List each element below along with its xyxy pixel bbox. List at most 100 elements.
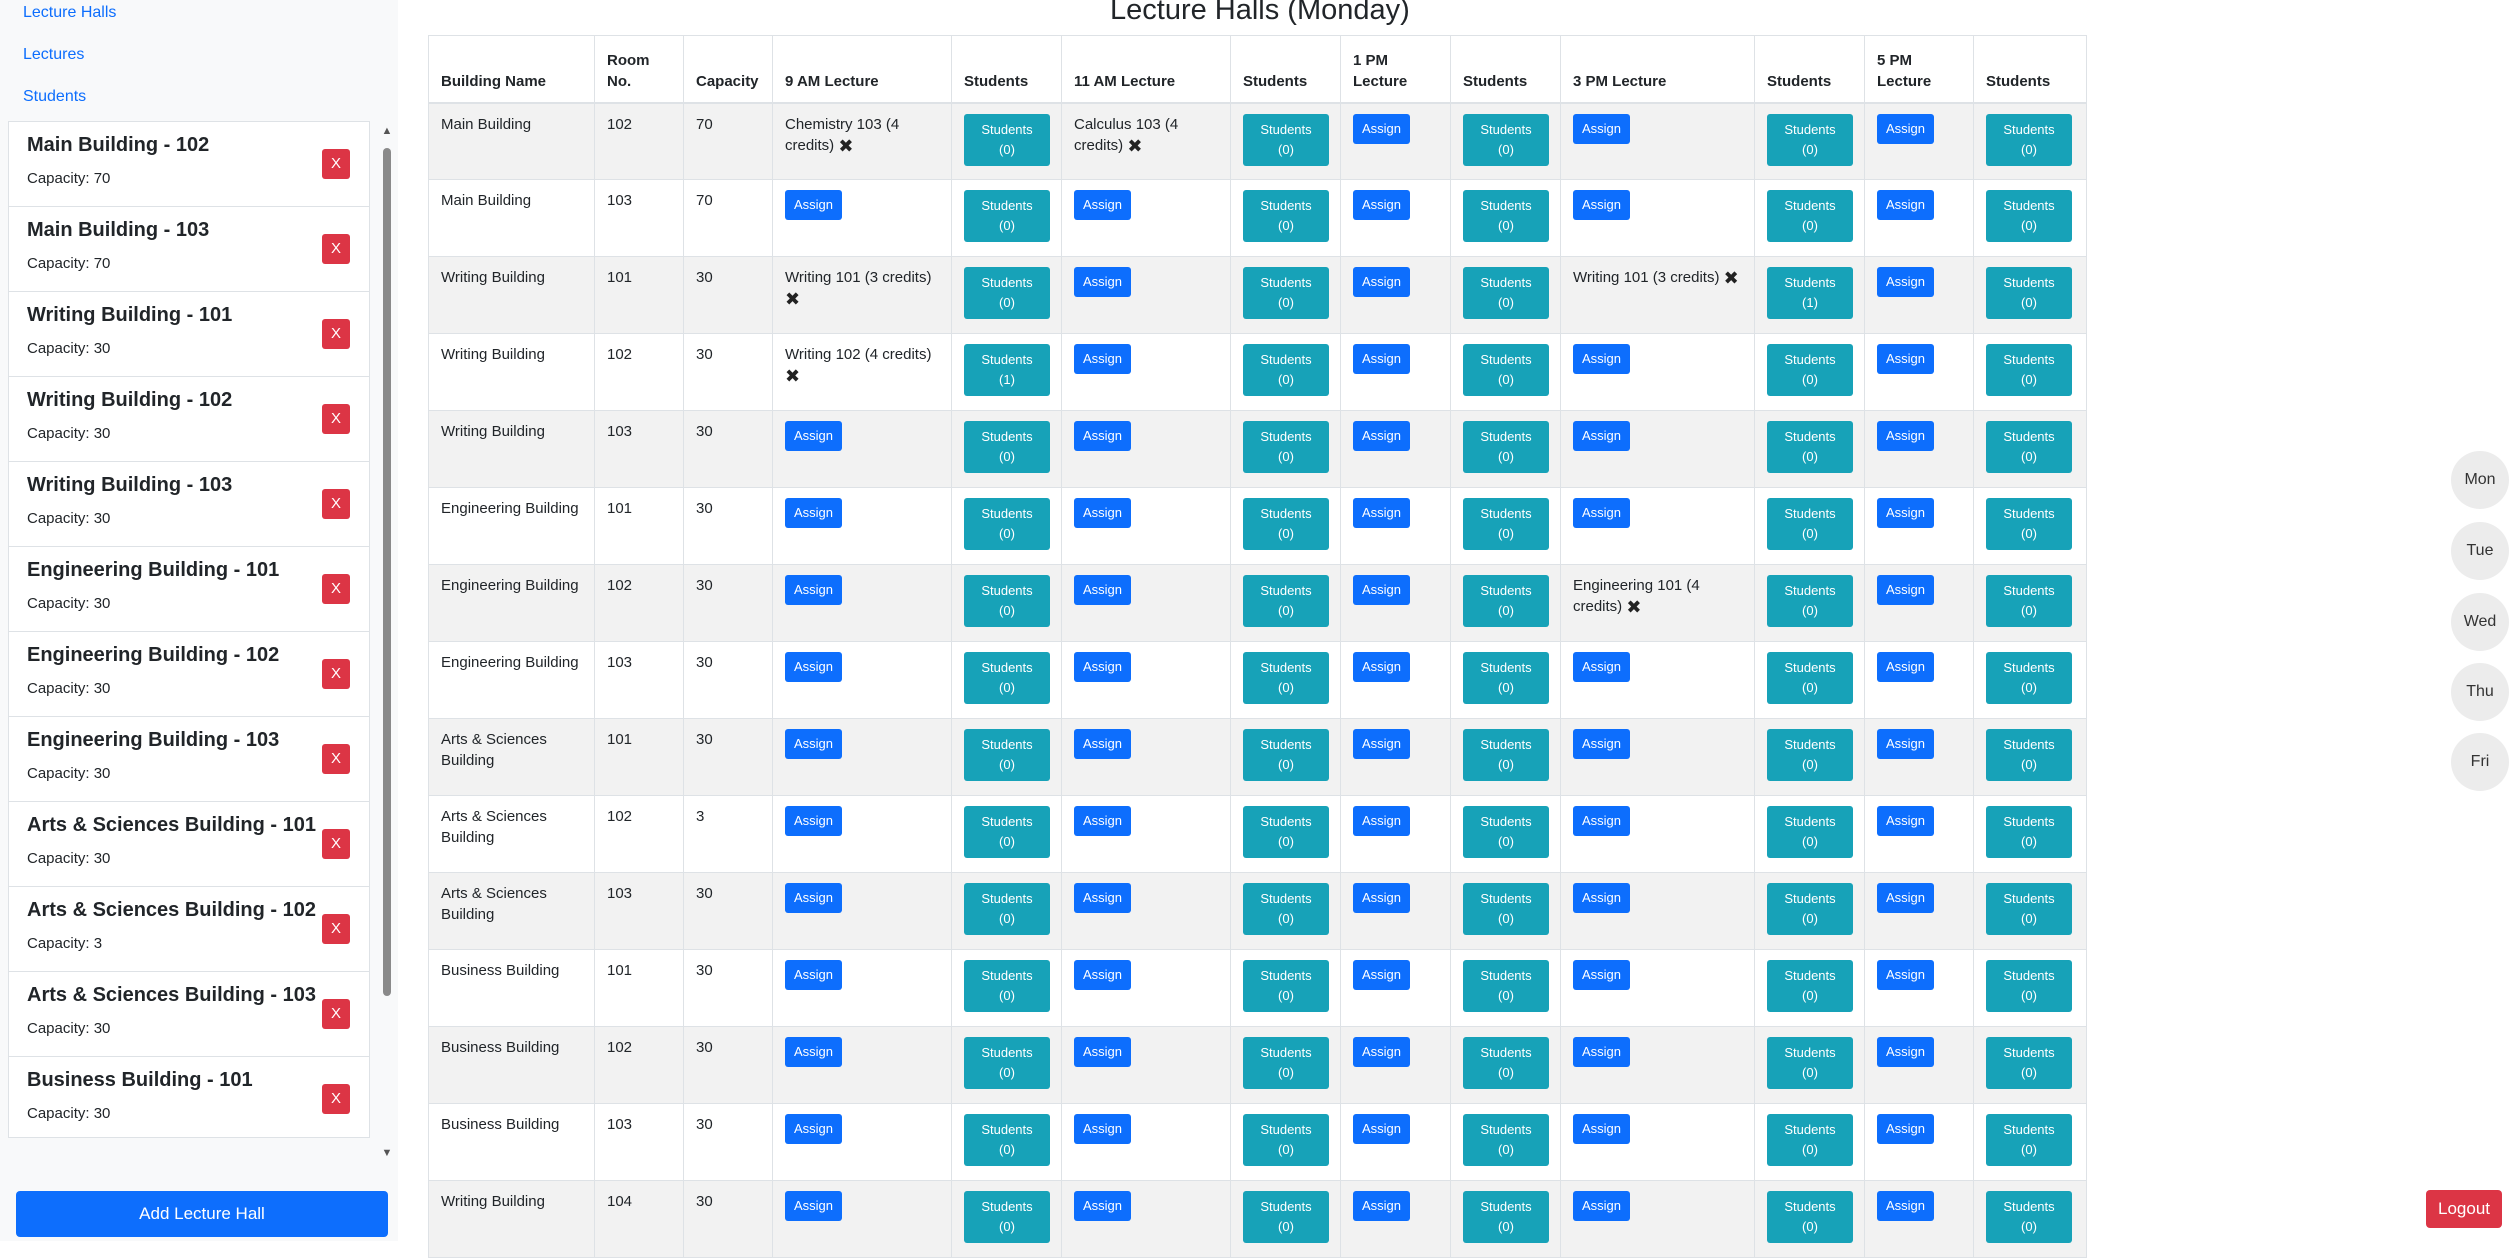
- view-students-button[interactable]: Students (0): [1463, 883, 1549, 935]
- assign-lecture-button[interactable]: Assign: [1074, 575, 1132, 605]
- view-students-button[interactable]: Students (0): [1767, 190, 1853, 242]
- remove-lecture-icon[interactable]: ✖: [838, 137, 853, 155]
- view-students-button[interactable]: Students (0): [1243, 883, 1329, 935]
- view-students-button[interactable]: Students (0): [1986, 806, 2072, 858]
- assign-lecture-button[interactable]: Assign: [1074, 1191, 1132, 1221]
- scroll-up-arrow-icon[interactable]: ▲: [381, 124, 393, 138]
- nav-link-lecture-halls[interactable]: Lecture Halls: [23, 4, 116, 22]
- assign-lecture-button[interactable]: Assign: [1877, 575, 1935, 605]
- assign-lecture-button[interactable]: Assign: [1877, 190, 1935, 220]
- view-students-button[interactable]: Students (0): [1767, 960, 1853, 1012]
- assign-lecture-button[interactable]: Assign: [785, 960, 843, 990]
- assign-lecture-button[interactable]: Assign: [1877, 806, 1935, 836]
- assign-lecture-button[interactable]: Assign: [1353, 806, 1411, 836]
- assign-lecture-button[interactable]: Assign: [785, 1114, 843, 1144]
- assign-lecture-button[interactable]: Assign: [1353, 1037, 1411, 1067]
- view-students-button[interactable]: Students (0): [964, 267, 1050, 319]
- delete-lecture-hall-button[interactable]: X: [322, 574, 350, 604]
- lecture-hall-item[interactable]: Engineering Building - 103 Capacity: 30 X: [9, 717, 369, 802]
- view-students-button[interactable]: Students (0): [1986, 729, 2072, 781]
- scroll-down-arrow-icon[interactable]: ▼: [381, 1146, 393, 1160]
- assign-lecture-button[interactable]: Assign: [785, 421, 843, 451]
- assign-lecture-button[interactable]: Assign: [1353, 883, 1411, 913]
- remove-lecture-icon[interactable]: ✖: [785, 290, 800, 308]
- assign-lecture-button[interactable]: Assign: [785, 1191, 843, 1221]
- view-students-button[interactable]: Students (0): [1243, 1191, 1329, 1243]
- view-students-button[interactable]: Students (0): [1463, 652, 1549, 704]
- view-students-button[interactable]: Students (0): [1986, 1114, 2072, 1166]
- lecture-hall-item[interactable]: Main Building - 102 Capacity: 70 X: [9, 122, 369, 207]
- view-students-button[interactable]: Students (0): [1986, 1037, 2072, 1089]
- view-students-button[interactable]: Students (0): [1243, 113, 1329, 166]
- assign-lecture-button[interactable]: Assign: [1877, 960, 1935, 990]
- assign-lecture-button[interactable]: Assign: [1353, 421, 1411, 451]
- assign-lecture-button[interactable]: Assign: [1573, 190, 1631, 220]
- assign-lecture-button[interactable]: Assign: [1074, 806, 1132, 836]
- lecture-hall-item[interactable]: Business Building - 101 Capacity: 30 X: [9, 1057, 369, 1137]
- view-students-button[interactable]: Students (0): [964, 1114, 1050, 1166]
- lecture-hall-item[interactable]: Arts & Sciences Building - 101 Capacity: …: [9, 802, 369, 887]
- view-students-button[interactable]: Students (0): [1767, 1191, 1853, 1243]
- view-students-button[interactable]: Students (0): [964, 1037, 1050, 1089]
- add-lecture-hall-button[interactable]: Add Lecture Hall: [16, 1191, 388, 1237]
- logout-button[interactable]: Logout: [2426, 1190, 2502, 1228]
- lecture-hall-item[interactable]: Arts & Sciences Building - 103 Capacity: …: [9, 972, 369, 1057]
- assign-lecture-button[interactable]: Assign: [1074, 883, 1132, 913]
- view-students-button[interactable]: Students (0): [1463, 729, 1549, 781]
- view-students-button[interactable]: Students (0): [1243, 960, 1329, 1012]
- assign-lecture-button[interactable]: Assign: [1877, 1114, 1935, 1144]
- view-students-button[interactable]: Students (0): [1243, 575, 1329, 627]
- lecture-hall-item[interactable]: Engineering Building - 101 Capacity: 30 X: [9, 547, 369, 632]
- assign-lecture-button[interactable]: Assign: [1353, 190, 1411, 220]
- day-button-fri[interactable]: Fri: [2451, 733, 2509, 791]
- nav-link-students[interactable]: Students: [23, 88, 86, 106]
- nav-link-lectures[interactable]: Lectures: [23, 46, 84, 64]
- view-students-button[interactable]: Students (0): [1986, 267, 2072, 319]
- lecture-hall-list[interactable]: Main Building - 102 Capacity: 70 X Main Bui…: [8, 121, 370, 1138]
- view-students-button[interactable]: Students (0): [1463, 960, 1549, 1012]
- assign-lecture-button[interactable]: Assign: [1353, 498, 1411, 528]
- assign-lecture-button[interactable]: Assign: [1074, 267, 1132, 297]
- delete-lecture-hall-button[interactable]: X: [322, 659, 350, 689]
- view-students-button[interactable]: Students (0): [1243, 1037, 1329, 1089]
- view-students-button[interactable]: Students (0): [1243, 652, 1329, 704]
- delete-lecture-hall-button[interactable]: X: [322, 234, 350, 264]
- view-students-button[interactable]: Students (0): [1243, 344, 1329, 396]
- delete-lecture-hall-button[interactable]: X: [322, 149, 350, 179]
- view-students-button[interactable]: Students (0): [1767, 806, 1853, 858]
- view-students-button[interactable]: Students (0): [1463, 806, 1549, 858]
- view-students-button[interactable]: Students (0): [964, 421, 1050, 473]
- assign-lecture-button[interactable]: Assign: [1877, 267, 1935, 297]
- delete-lecture-hall-button[interactable]: X: [322, 999, 350, 1029]
- assign-lecture-button[interactable]: Assign: [1353, 652, 1411, 682]
- assign-lecture-button[interactable]: Assign: [1353, 729, 1411, 759]
- assign-lecture-button[interactable]: Assign: [1573, 883, 1631, 913]
- assign-lecture-button[interactable]: Assign: [1353, 267, 1411, 297]
- assign-lecture-button[interactable]: Assign: [1877, 883, 1935, 913]
- view-students-button[interactable]: Students (0): [1767, 421, 1853, 473]
- view-students-button[interactable]: Students (0): [964, 806, 1050, 858]
- view-students-button[interactable]: Students (0): [1767, 498, 1853, 550]
- lecture-hall-item[interactable]: Writing Building - 103 Capacity: 30 X: [9, 462, 369, 547]
- view-students-button[interactable]: Students (0): [1767, 729, 1853, 781]
- scrollbar-thumb[interactable]: [383, 148, 391, 996]
- view-students-button[interactable]: Students (0): [1463, 190, 1549, 242]
- hall-list-scrollbar[interactable]: ▲ ▼: [381, 124, 393, 1160]
- view-students-button[interactable]: Students (0): [1986, 421, 2072, 473]
- assign-lecture-button[interactable]: Assign: [785, 1037, 843, 1067]
- view-students-button[interactable]: Students (0): [1463, 1037, 1549, 1089]
- assign-lecture-button[interactable]: Assign: [1573, 1037, 1631, 1067]
- view-students-button[interactable]: Students (0): [1767, 652, 1853, 704]
- assign-lecture-button[interactable]: Assign: [785, 575, 843, 605]
- view-students-button[interactable]: Students (0): [1767, 113, 1853, 166]
- assign-lecture-button[interactable]: Assign: [1573, 1114, 1631, 1144]
- assign-lecture-button[interactable]: Assign: [1074, 421, 1132, 451]
- assign-lecture-button[interactable]: Assign: [1353, 1191, 1411, 1221]
- assign-lecture-button[interactable]: Assign: [785, 729, 843, 759]
- assign-lecture-button[interactable]: Assign: [1353, 960, 1411, 990]
- day-button-thu[interactable]: Thu: [2451, 663, 2509, 721]
- view-students-button[interactable]: Students (0): [964, 575, 1050, 627]
- assign-lecture-button[interactable]: Assign: [1573, 1191, 1631, 1221]
- view-students-button[interactable]: Students (0): [1463, 1114, 1549, 1166]
- view-students-button[interactable]: Students (0): [964, 960, 1050, 1012]
